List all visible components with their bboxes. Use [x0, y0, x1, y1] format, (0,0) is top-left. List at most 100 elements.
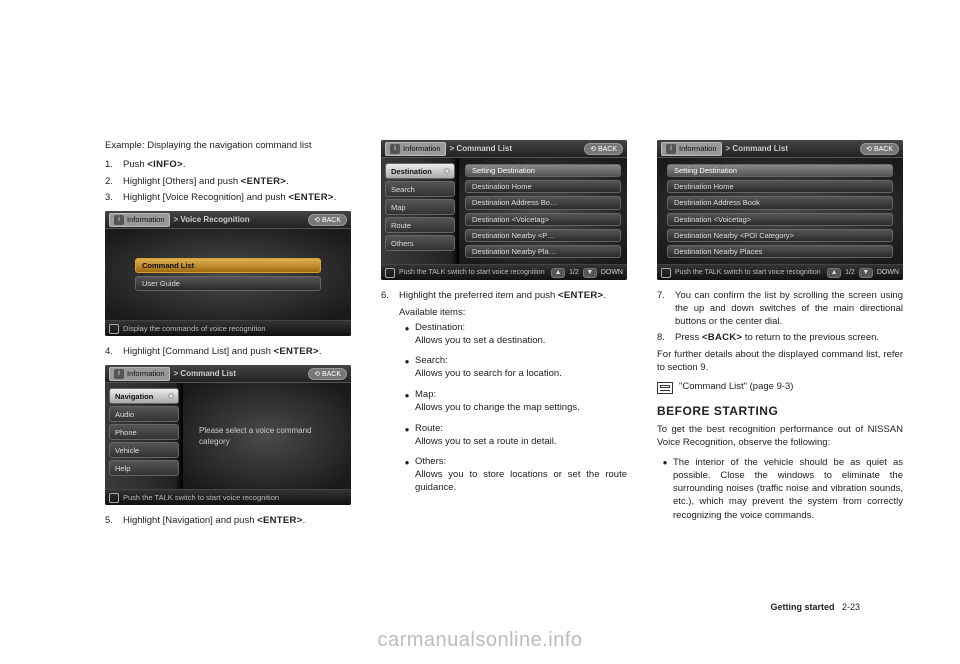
- breadcrumb: > Command List: [174, 369, 236, 378]
- screenshot-body: Setting Destination Destination Home Des…: [657, 158, 903, 264]
- command-item: Setting Destination: [667, 164, 893, 177]
- item-desc: Allows you to store locations or set the…: [415, 469, 627, 495]
- speaker-icon: [109, 493, 119, 503]
- screenshot-body: Navigation Audio Phone Vehicle Help Plea…: [105, 383, 351, 489]
- item-desc: Allows you to search for a location.: [415, 368, 627, 381]
- speaker-icon: [109, 324, 119, 334]
- step-number: 4.: [105, 346, 123, 359]
- breadcrumb: > Command List: [726, 144, 788, 153]
- step-number: 7.: [657, 290, 675, 328]
- step-text: .: [286, 176, 289, 187]
- screenshot-destination-commands: iInformation > Command List ⟲BACK Destin…: [381, 140, 627, 280]
- column-layout: Example: Displaying the navigation comma…: [105, 140, 865, 532]
- screenshot-footer: Display the commands of voice recognitio…: [105, 320, 351, 336]
- column-1: Example: Displaying the navigation comma…: [105, 140, 351, 532]
- section-heading-before-starting: BEFORE STARTING: [657, 404, 903, 418]
- item-title: Map:: [415, 389, 627, 402]
- step-text: Push: [123, 159, 147, 170]
- down-arrow: ▼: [859, 268, 873, 278]
- item-title: Search:: [415, 355, 627, 368]
- step-1: 1. Push <INFO>.: [105, 159, 351, 172]
- footer-hint: Display the commands of voice recognitio…: [123, 324, 266, 333]
- command-item: Destination Nearby Places: [667, 245, 893, 258]
- step-5: 5. Highlight [Navigation] and push <ENTE…: [105, 515, 351, 528]
- step-text: .: [334, 192, 337, 203]
- manual-page: Example: Displaying the navigation comma…: [0, 0, 960, 664]
- command-list-area: Setting Destination Destination Home Des…: [459, 158, 627, 264]
- command-item: Destination <Voicetag>: [465, 213, 621, 226]
- hardware-button-ref: <ENTER>: [241, 176, 286, 187]
- step-number: 1.: [105, 159, 123, 172]
- command-item: Setting Destination: [465, 164, 621, 177]
- down-label: DOWN: [601, 269, 623, 276]
- step-2: 2. Highlight [Others] and push <ENTER>.: [105, 176, 351, 189]
- command-list-area: Setting Destination Destination Home Des…: [657, 158, 903, 264]
- command-item: Destination Nearby <POI Category>: [667, 229, 893, 242]
- watermark: carmanualsonline.info: [0, 629, 960, 652]
- step-text: Press: [675, 332, 702, 343]
- page-indicator: 1/2: [569, 269, 579, 276]
- bullet-quiet-interior: ● The interior of the vehicle should be …: [657, 456, 903, 522]
- down-label: DOWN: [877, 269, 899, 276]
- column-2: iInformation > Command List ⟲BACK Destin…: [381, 140, 627, 532]
- bullet-search: ● Search: Allows you to search for a loc…: [399, 355, 627, 387]
- screenshot-voice-recognition: iInformation > Voice Recognition ⟲BACK C…: [105, 211, 351, 336]
- info-chip: iInformation: [109, 213, 170, 227]
- item-title: Others:: [415, 456, 627, 469]
- prompt-message: Please select a voice command category: [191, 417, 343, 455]
- step-text: Highlight [Voice Recognition] and push: [123, 192, 288, 203]
- command-item: Destination Address Book: [667, 196, 893, 209]
- example-heading: Example: Displaying the navigation comma…: [105, 140, 351, 153]
- sidebar-item-help: Help: [109, 460, 179, 476]
- step-text: .: [603, 290, 606, 301]
- sidebar-item-map: Map: [385, 199, 455, 215]
- sidebar-item-route: Route: [385, 217, 455, 233]
- hardware-button-ref: <ENTER>: [274, 346, 319, 357]
- footer-hint: Push the TALK switch to start voice reco…: [675, 269, 821, 276]
- step-6: 6. Highlight the preferred item and push…: [381, 290, 627, 303]
- footer-hint: Push the TALK switch to start voice reco…: [123, 493, 279, 502]
- command-item: Destination Nearby Pla…: [465, 245, 621, 258]
- screenshot-body: Command List User Guide: [105, 229, 351, 320]
- sidebar-item-destination: Destination: [385, 163, 455, 179]
- step-8: 8. Press <BACK> to return to the previou…: [657, 332, 903, 345]
- cross-reference: "Command List" (page 9-3): [657, 381, 903, 394]
- reference-text: "Command List" (page 9-3): [679, 381, 793, 392]
- info-chip: iInformation: [385, 142, 446, 156]
- command-item: Destination Home: [465, 180, 621, 193]
- footer-hint: Push the TALK switch to start voice reco…: [399, 269, 545, 276]
- category-sidebar: Destination Search Map Route Others: [381, 158, 459, 264]
- menu-item-user-guide: User Guide: [135, 276, 321, 291]
- back-pill: ⟲BACK: [860, 143, 899, 155]
- screenshot-command-list-categories: iInformation > Command List ⟲BACK Naviga…: [105, 365, 351, 505]
- message-area: Please select a voice command category: [183, 383, 351, 489]
- step-text: .: [183, 159, 186, 170]
- screenshot-header: iInformation > Command List ⟲BACK: [105, 365, 351, 383]
- sidebar-item-phone: Phone: [109, 424, 179, 440]
- sidebar-item-vehicle: Vehicle: [109, 442, 179, 458]
- step-text: to return to the previous screen.: [742, 332, 879, 343]
- step-text: Highlight the preferred item and push: [399, 290, 558, 301]
- bullet-route: ● Route: Allows you to set a route in de…: [399, 423, 627, 455]
- item-title: Route:: [415, 423, 627, 436]
- hardware-button-ref: <INFO>: [147, 159, 183, 170]
- step-text: You can confirm the list by scrolling th…: [675, 290, 903, 328]
- step-number: 6.: [381, 290, 399, 303]
- sidebar-item-others: Others: [385, 235, 455, 251]
- paragraph: To get the best recognition performance …: [657, 424, 903, 450]
- sidebar-item-navigation: Navigation: [109, 388, 179, 404]
- screenshot-body: Destination Search Map Route Others Sett…: [381, 158, 627, 264]
- category-sidebar: Navigation Audio Phone Vehicle Help: [105, 383, 183, 489]
- command-item: Destination Home: [667, 180, 893, 193]
- command-item: Destination Address Bo…: [465, 196, 621, 209]
- step-4: 4. Highlight [Command List] and push <EN…: [105, 346, 351, 359]
- step-number: 8.: [657, 332, 675, 345]
- hardware-button-ref: <BACK>: [702, 332, 742, 343]
- breadcrumb: > Voice Recognition: [174, 215, 250, 224]
- sidebar-item-search: Search: [385, 181, 455, 197]
- step-text: Highlight [Others] and push: [123, 176, 241, 187]
- available-items-label: Available items:: [381, 307, 627, 318]
- up-arrow: ▲: [827, 268, 841, 278]
- screenshot-header: iInformation > Command List ⟲BACK: [657, 140, 903, 158]
- screenshot-header: iInformation > Command List ⟲BACK: [381, 140, 627, 158]
